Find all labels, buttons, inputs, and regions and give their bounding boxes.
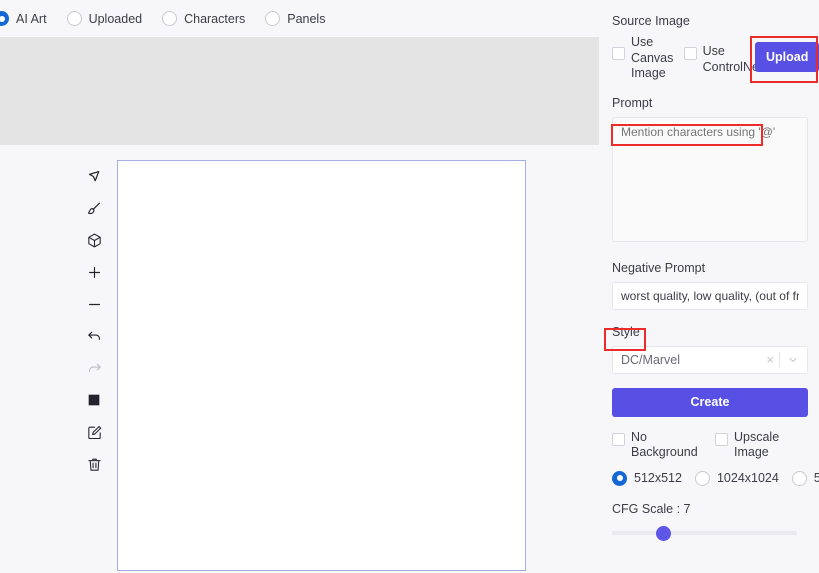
use-canvas-image-label: Use Canvas Image <box>631 35 674 80</box>
cube-icon <box>86 232 103 249</box>
cfg-slider-track <box>612 530 797 535</box>
use-controlnet-checkbox[interactable] <box>683 47 697 60</box>
ai-art-generator-app: AI Art Uploaded Characters Panels Source… <box>0 0 819 573</box>
clear-icon[interactable]: × <box>761 352 779 367</box>
brush-icon <box>86 200 103 217</box>
radio-indicator-panels[interactable] <box>265 11 281 26</box>
edit-tool[interactable] <box>79 416 109 448</box>
source-image-checkbox-row: Use Canvas Image Use ControlNet Upload <box>612 35 819 82</box>
brush-tool[interactable] <box>79 192 109 224</box>
upscale-image-checkbox[interactable] <box>715 432 728 446</box>
trash-icon <box>86 456 103 473</box>
style-selected-value: DC/Marvel <box>621 352 681 367</box>
resolution-label-576: 576x <box>813 471 819 485</box>
source-type-radio-bar: AI Art Uploaded Characters Panels <box>0 0 609 37</box>
resolution-label-1024: 1024x1024 <box>716 471 779 485</box>
no-background-checkbox[interactable] <box>612 432 625 446</box>
radio-option-panels[interactable]: Panels <box>265 11 325 26</box>
cube-tool[interactable] <box>79 224 109 256</box>
radio-label-uploaded: Uploaded <box>88 11 143 26</box>
upscale-image-label: Upscale Image <box>734 429 780 460</box>
create-button[interactable]: Create <box>612 387 808 417</box>
radio-indicator-uploaded[interactable] <box>66 11 82 26</box>
resolution-option-512[interactable]: 512x512 <box>612 470 682 486</box>
drawing-canvas[interactable] <box>117 160 526 571</box>
canvas-toolbar <box>78 160 110 480</box>
radio-label-panels: Panels <box>287 11 326 26</box>
radio-indicator-characters[interactable] <box>162 11 178 26</box>
resolution-option-1024[interactable]: 1024x1024 <box>694 470 779 486</box>
redo-arrow-icon <box>86 360 103 377</box>
resolution-radio-row: 512x512 1024x1024 576x <box>612 470 819 486</box>
pencil-square-icon <box>86 424 103 441</box>
style-label: Style <box>612 324 640 339</box>
use-controlnet-label: Use ControlNet <box>702 44 763 74</box>
select-cursor-tool[interactable] <box>79 160 109 192</box>
cfg-slider-thumb[interactable] <box>656 525 671 541</box>
radio-label-characters: Characters <box>184 11 246 26</box>
use-canvas-image-checkbox-item[interactable]: Use Canvas Image <box>612 35 684 82</box>
source-image-label: Source Image <box>612 14 690 28</box>
resolution-radio-512[interactable] <box>612 470 627 486</box>
resolution-option-576[interactable]: 576x <box>791 470 819 486</box>
arrow-cursor-icon <box>86 168 103 185</box>
minus-icon <box>86 296 103 313</box>
style-select[interactable]: DC/Marvel × <box>612 345 808 374</box>
plus-icon <box>86 264 103 281</box>
negative-prompt-label: Negative Prompt <box>612 260 706 275</box>
use-controlnet-checkbox-item[interactable]: Use ControlNet <box>683 35 763 75</box>
undo-tool[interactable] <box>79 320 109 352</box>
upscale-image-checkbox-item[interactable]: Upscale Image <box>715 430 784 461</box>
radio-option-uploaded[interactable]: Uploaded <box>66 11 143 26</box>
fill-color-tool[interactable] <box>79 384 109 416</box>
resolution-label-512: 512x512 <box>634 471 682 485</box>
cfg-scale-slider[interactable] <box>612 525 797 541</box>
zoom-out-tool[interactable] <box>79 288 109 320</box>
filled-square-icon <box>86 392 102 408</box>
no-background-checkbox-item[interactable]: No Background <box>612 430 715 461</box>
radio-indicator-ai-art[interactable] <box>0 11 9 26</box>
redo-tool[interactable] <box>79 352 109 384</box>
cfg-scale-label: CFG Scale : 7 <box>612 501 691 516</box>
upload-button[interactable]: Upload <box>755 42 819 72</box>
radio-option-ai-art[interactable]: AI Art <box>0 11 47 26</box>
negative-prompt-input[interactable] <box>612 281 808 310</box>
use-canvas-image-checkbox[interactable] <box>612 47 625 60</box>
resolution-radio-1024[interactable] <box>694 470 710 486</box>
delete-tool[interactable] <box>79 448 109 480</box>
prompt-label: Prompt <box>612 95 653 110</box>
resolution-radio-576[interactable] <box>791 470 807 486</box>
radio-label-ai-art: AI Art <box>16 11 47 26</box>
chevron-down-icon[interactable] <box>780 354 799 366</box>
zoom-in-tool[interactable] <box>79 256 109 288</box>
generation-options-row: No Background Upscale Image <box>612 430 819 461</box>
generation-settings-panel: Source Image Use Canvas Image Use Contro… <box>609 0 819 573</box>
radio-option-characters[interactable]: Characters <box>162 11 245 26</box>
no-background-label: No Background <box>631 429 698 460</box>
prompt-input[interactable] <box>612 116 808 242</box>
image-gallery-panel <box>0 37 599 145</box>
undo-arrow-icon <box>86 328 103 345</box>
